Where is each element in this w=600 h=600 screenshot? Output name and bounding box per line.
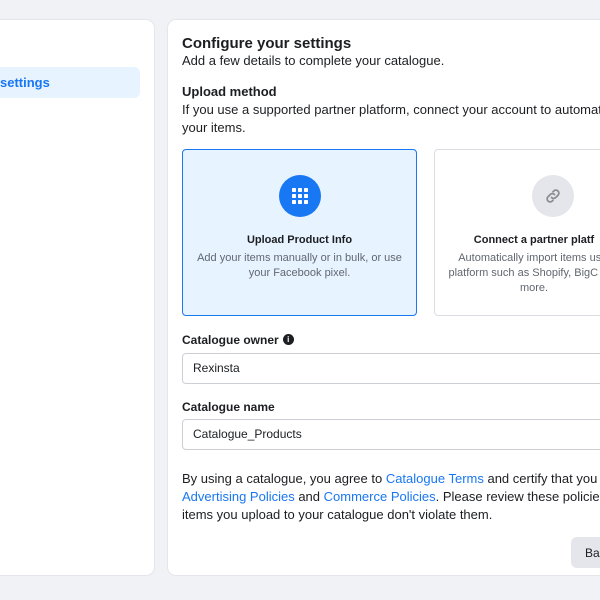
commerce-policies-link[interactable]: Commerce Policies bbox=[324, 489, 436, 504]
page-title: Configure your settings bbox=[182, 35, 352, 52]
upload-method-title: Upload method bbox=[182, 84, 277, 99]
connect-partner-card[interactable]: Connect a partner platf Automatically im… bbox=[434, 149, 600, 316]
upload-product-info-desc: Add your items manually or in bulk, or u… bbox=[197, 252, 402, 279]
back-button[interactable]: Back bbox=[571, 537, 600, 568]
left-nav-panel: settings bbox=[0, 20, 154, 575]
terms-text: and bbox=[294, 489, 324, 504]
upload-product-info-title: Upload Product Info bbox=[246, 234, 353, 246]
catalogue-name-value: Catalogue_Products bbox=[193, 427, 302, 441]
page-subtitle: Add a few details to complete your catal… bbox=[182, 53, 445, 68]
connect-partner-title: Connect a partner platf bbox=[473, 234, 595, 246]
link-icon bbox=[532, 175, 574, 217]
connect-partner-desc: Automatically import items usin platform… bbox=[448, 252, 600, 294]
info-icon[interactable]: i bbox=[282, 334, 294, 346]
upload-method-desc-1: If you use a supported partner platform,… bbox=[182, 102, 600, 117]
upload-product-info-card[interactable]: Upload Product Info Add your items manua… bbox=[182, 149, 417, 316]
settings-panel: Configure your settings Add a few detail… bbox=[168, 20, 600, 575]
upload-method-desc-2: your items. bbox=[182, 120, 246, 135]
terms-text: and certify that you are al bbox=[487, 471, 600, 486]
advertising-policies-link[interactable]: Advertising Policies bbox=[182, 489, 295, 504]
terms-text: By using a catalogue, you agree to bbox=[182, 471, 386, 486]
catalogue-owner-select[interactable]: Rexinsta bbox=[182, 353, 600, 384]
catalogue-owner-value: Rexinsta bbox=[193, 361, 240, 375]
nav-item-settings[interactable]: settings bbox=[0, 67, 140, 98]
terms-line-2: Advertising Policies and Commerce Polici… bbox=[182, 488, 600, 506]
terms-line-3: items you upload to your catalogue don't… bbox=[182, 507, 493, 522]
terms-text: . Please review these policies and bbox=[435, 489, 600, 504]
catalogue-name-input[interactable]: Catalogue_Products bbox=[182, 419, 600, 450]
grid-icon bbox=[279, 175, 321, 217]
catalogue-owner-label-text: Catalogue owner bbox=[182, 333, 279, 347]
catalogue-terms-link[interactable]: Catalogue Terms bbox=[386, 471, 484, 486]
nav-item-settings-label: settings bbox=[0, 75, 50, 90]
catalogue-owner-label: Catalogue owner i bbox=[182, 333, 294, 347]
catalogue-name-label: Catalogue name bbox=[182, 400, 275, 414]
terms-line-1: By using a catalogue, you agree to Catal… bbox=[182, 470, 600, 488]
